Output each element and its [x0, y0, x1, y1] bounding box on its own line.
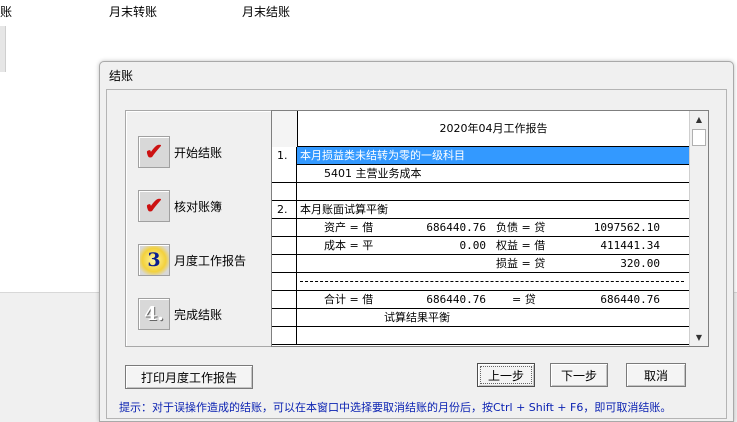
- left-label: 资产 = 借: [324, 221, 374, 234]
- row-number: [272, 291, 297, 309]
- report-row-section2-heading[interactable]: 2. 本月账面试算平衡: [272, 201, 689, 219]
- report-row-section1-item[interactable]: 5401 主营业务成本: [272, 165, 689, 183]
- row-number: 1.: [272, 147, 297, 165]
- row-number: [272, 219, 297, 237]
- section2-heading: 本月账面试算平衡: [300, 203, 388, 216]
- scroll-up-icon[interactable]: ▲: [691, 111, 707, 128]
- hint-text: 提示：对于误操作造成的结账，可以在本窗口中选择要取消结账的月份后，按Ctrl +…: [119, 401, 672, 414]
- total-left-value: 686440.76: [426, 293, 486, 306]
- trial-balance-result: 试算结果平衡: [384, 311, 450, 324]
- scroll-down-icon[interactable]: ▼: [691, 329, 707, 346]
- report-row-section1-heading[interactable]: 1. 本月损益类未结转为零的一级科目: [272, 147, 689, 165]
- splitter-handle[interactable]: [0, 26, 6, 72]
- report-row-blank[interactable]: [272, 183, 689, 201]
- report-row-balance-line[interactable]: 损益 = 贷 320.00: [272, 255, 689, 273]
- step-4-icon: 4.: [138, 298, 170, 330]
- background-partial-label: 账: [0, 5, 13, 19]
- scroll-thumb[interactable]: [692, 129, 706, 146]
- report-row-balance-line[interactable]: 成本 = 平 0.00 权益 = 借 411441.34: [272, 237, 689, 255]
- report-row-blank[interactable]: [272, 327, 689, 345]
- cancel-button[interactable]: 取消: [626, 363, 686, 387]
- check-icon: ✔: [138, 190, 170, 222]
- step-monthly-report[interactable]: 3 月度工作报告: [138, 243, 246, 277]
- step-label: 完成结账: [174, 307, 223, 322]
- row-number: [272, 255, 297, 273]
- step-finish-close[interactable]: 4. 完成结账: [138, 297, 222, 331]
- row-number: [272, 165, 297, 183]
- section1-item: 5401 主营业务成本: [324, 167, 422, 180]
- tab-month-transfer[interactable]: 月末转账: [109, 3, 157, 20]
- step-3-active-icon: 3: [138, 244, 170, 276]
- report-row-separator[interactable]: [272, 273, 689, 291]
- step-label: 核对账簿: [174, 199, 223, 214]
- dialog-client-area: ✔ 开始结账 ✔ 核对账簿 3 月度工作报告 4. 完成结账 2020年04月工…: [106, 89, 727, 419]
- close-account-dialog: 结账 ✔ 开始结账 ✔ 核对账簿 3 月度工作报告 4. 完成结账 2020年0…: [99, 61, 734, 422]
- row-number: [272, 273, 297, 291]
- prev-step-button[interactable]: 上一步: [477, 363, 535, 387]
- left-label: 成本 = 平: [324, 239, 374, 252]
- total-left-label: 合计 = 借: [324, 293, 374, 306]
- section1-heading: 本月损益类未结转为零的一级科目: [300, 149, 465, 162]
- report-row-total[interactable]: 合计 = 借 686440.76 = 贷 686440.76: [272, 291, 689, 309]
- total-right-label: = 贷: [512, 293, 536, 306]
- row-number: [272, 327, 297, 345]
- print-monthly-report-button[interactable]: 打印月度工作报告: [125, 365, 253, 389]
- step-label: 月度工作报告: [174, 253, 247, 268]
- right-value: 411441.34: [600, 239, 660, 252]
- right-value: 1097562.10: [593, 221, 660, 234]
- left-value: 686440.76: [426, 221, 486, 234]
- row-number: [272, 183, 297, 201]
- report-row-balance-line[interactable]: 资产 = 借 686440.76 负债 = 贷 1097562.10: [272, 219, 689, 237]
- right-label: 损益 = 贷: [496, 257, 546, 270]
- total-right-value: 686440.76: [600, 293, 660, 306]
- work-report-grid[interactable]: 2020年04月工作报告 1. 本月损益类未结转为零的一级科目 5401 主营业…: [271, 110, 709, 347]
- check-icon: ✔: [138, 136, 170, 168]
- row-number: 2.: [272, 201, 297, 219]
- step-verify-books[interactable]: ✔ 核对账簿: [138, 189, 222, 223]
- tab-month-close[interactable]: 月末结账: [242, 3, 290, 20]
- report-row-result[interactable]: 试算结果平衡: [272, 309, 689, 327]
- right-value: 320.00: [620, 257, 660, 270]
- step-label: 开始结账: [174, 145, 223, 160]
- left-value: 0.00: [459, 239, 487, 252]
- dialog-title: 结账: [109, 69, 134, 83]
- row-number: [272, 309, 297, 327]
- steps-panel: ✔ 开始结账 ✔ 核对账簿 3 月度工作报告 4. 完成结账: [125, 110, 282, 347]
- report-title: 2020年04月工作报告: [297, 111, 689, 147]
- right-label: 权益 = 借: [496, 239, 546, 252]
- step-start-close[interactable]: ✔ 开始结账: [138, 135, 222, 169]
- dashed-separator: [300, 281, 684, 282]
- right-label: 负债 = 贷: [496, 221, 546, 234]
- report-scrollbar[interactable]: ▲ ▼: [689, 111, 708, 346]
- grid-corner: [272, 111, 297, 147]
- row-number: [272, 237, 297, 255]
- next-step-button[interactable]: 下一步: [550, 363, 608, 387]
